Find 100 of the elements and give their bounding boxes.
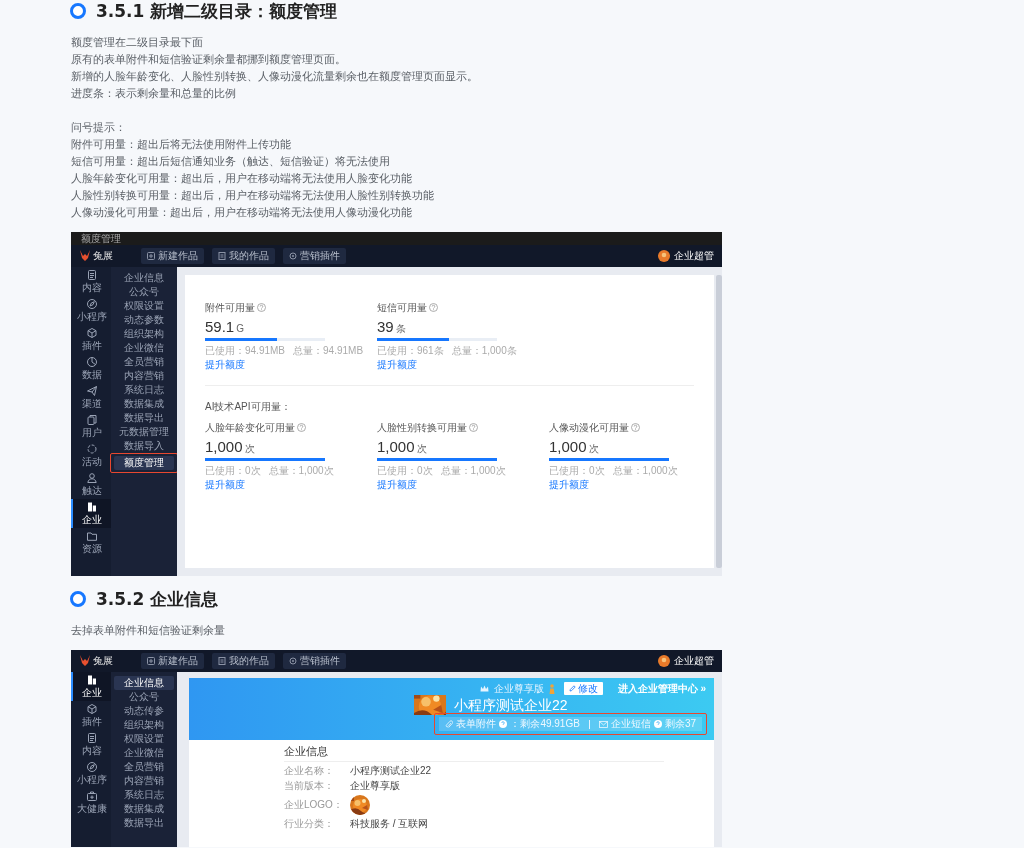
settings-icon	[289, 657, 297, 665]
help-icon	[297, 423, 306, 432]
section-heading: 3.5.2 企业信息	[96, 588, 219, 610]
stat-label: 企业短信	[610, 718, 651, 730]
field-value: 科技服务 / 互联网	[350, 818, 429, 830]
field-label: 企业名称：	[284, 765, 335, 777]
document-icon	[218, 657, 226, 665]
rail-item[interactable]: 数据	[71, 354, 111, 383]
rail-item[interactable]: 插件	[71, 325, 111, 354]
toolbar-button[interactable]: 营销插件	[283, 248, 346, 264]
menu-item[interactable]: 元数据管理	[114, 425, 174, 439]
upgrade-link[interactable]: 提升额度	[549, 478, 589, 491]
rail-item[interactable]: 用户	[71, 412, 111, 441]
menu-item[interactable]: 数据导出	[114, 816, 174, 830]
paperclip-icon	[445, 719, 454, 729]
usage-text: 总量：1,000次	[612, 465, 678, 477]
quota-label: 人脸年龄变化可用量	[205, 421, 295, 434]
upgrade-link[interactable]: 提升额度	[377, 358, 417, 371]
menu-item[interactable]: 系统日志	[114, 788, 174, 802]
edition-label: 企业尊享版	[493, 682, 544, 695]
menu-item[interactable]: 内容营销	[114, 369, 174, 383]
menu-item[interactable]: 内容营销	[114, 774, 174, 788]
rail-item[interactable]: 企业	[71, 499, 111, 528]
menu-item[interactable]: 组织架构	[114, 327, 174, 341]
rail-item[interactable]: 触达	[71, 470, 111, 499]
menu-item[interactable]: 数据集成	[114, 397, 174, 411]
usage-text: 总量：1,000次	[440, 465, 506, 477]
help-icon	[631, 423, 640, 432]
menu-item[interactable]: 公众号	[114, 690, 174, 704]
toolbar-button[interactable]: 我的作品	[212, 248, 275, 264]
rail-item[interactable]: 企业	[71, 672, 111, 701]
cycle-icon	[86, 443, 98, 455]
menu-item[interactable]: 数据导入	[114, 439, 174, 453]
menu-item[interactable]: 公众号	[114, 285, 174, 299]
rail-item[interactable]: 资源	[71, 528, 111, 557]
help-icon	[499, 720, 508, 728]
rail-item[interactable]: 内容	[71, 730, 111, 759]
medical-kit-icon	[86, 790, 98, 802]
help-icon	[469, 423, 478, 432]
compass-icon	[86, 298, 98, 310]
field-label: 当前版本：	[284, 780, 335, 792]
quota-unit: 次	[588, 442, 599, 456]
scrollbar[interactable]	[716, 275, 722, 568]
rail-item[interactable]: 小程序	[71, 296, 111, 325]
menu-item[interactable]: 企业微信	[114, 746, 174, 760]
field-value: 小程序测试企业22	[350, 765, 432, 777]
quota-label: 人脸性别转换可用量	[377, 421, 467, 434]
menu-item[interactable]: 权限设置	[114, 299, 174, 313]
menu-item[interactable]: 全员营销	[114, 355, 174, 369]
menu-item[interactable]: 组织架构	[114, 718, 174, 732]
quota-label: 附件可用量	[205, 301, 255, 314]
plus-icon	[147, 657, 155, 665]
card-title: 企业信息	[284, 744, 664, 762]
toolbar-button[interactable]: 新建作品	[141, 248, 204, 264]
menu-item[interactable]: 动态传参	[114, 704, 174, 718]
toolbar-button[interactable]: 新建作品	[141, 653, 204, 669]
upgrade-link[interactable]: 提升额度	[377, 478, 417, 491]
upgrade-link[interactable]: 提升额度	[205, 478, 245, 491]
edit-button[interactable]: 修改	[563, 682, 603, 695]
menu-item[interactable]: 数据集成	[114, 802, 174, 816]
text-line: 人像动漫化可用量：超出后，用户在移动端将无法使用人像动漫化功能	[71, 205, 413, 221]
stat-value: 剩余37	[664, 718, 696, 730]
menu-item[interactable]: 企业信息	[114, 676, 174, 690]
toolbar-button[interactable]: 营销插件	[283, 653, 346, 669]
quota-unit: 条	[395, 322, 406, 336]
rail-item[interactable]: 小程序	[71, 759, 111, 788]
usage-text: 总量：94.91MB	[293, 345, 364, 357]
window-title: 额度管理	[71, 232, 722, 245]
toolbar-button[interactable]: 我的作品	[212, 653, 275, 669]
usage-text: 已使用：0次	[549, 465, 605, 477]
logo-text: 兔展	[93, 250, 113, 262]
rail-item[interactable]: 活动	[71, 441, 111, 470]
user-name[interactable]: 企业超管	[674, 655, 714, 667]
menu-item[interactable]: 数据导出	[114, 411, 174, 425]
avatar-icon	[658, 250, 670, 262]
menu-item[interactable]: 全员营销	[114, 760, 174, 774]
pie-chart-icon	[86, 356, 98, 368]
paper-plane-icon	[86, 385, 98, 397]
usage-text: 已使用：94.91MB	[205, 345, 286, 357]
menu-item[interactable]: 企业信息	[114, 271, 174, 285]
text-line: 问号提示：	[71, 120, 127, 136]
rail-item[interactable]: 插件	[71, 701, 111, 730]
menu-item[interactable]: 额度管理	[114, 456, 174, 470]
fox-logo-icon	[79, 654, 91, 668]
menu-item[interactable]: 动态参数	[114, 313, 174, 327]
rail-item[interactable]: 渠道	[71, 383, 111, 412]
stat-value: ：剩余49.91GB	[510, 718, 580, 730]
upgrade-link[interactable]: 提升额度	[205, 358, 245, 371]
crown-icon	[479, 685, 489, 692]
quota-unit: 次	[416, 442, 427, 456]
menu-item[interactable]: 企业微信	[114, 341, 174, 355]
user-name[interactable]: 企业超管	[674, 250, 714, 262]
building-icon	[86, 674, 98, 686]
rail-item[interactable]: 大健康	[71, 788, 111, 817]
document-icon	[218, 252, 226, 260]
rail-item[interactable]: 内容	[71, 267, 111, 296]
section-label: AI技术API可用量：	[205, 400, 292, 413]
menu-item[interactable]: 权限设置	[114, 732, 174, 746]
quota-value: 39	[377, 317, 394, 336]
menu-item[interactable]: 系统日志	[114, 383, 174, 397]
